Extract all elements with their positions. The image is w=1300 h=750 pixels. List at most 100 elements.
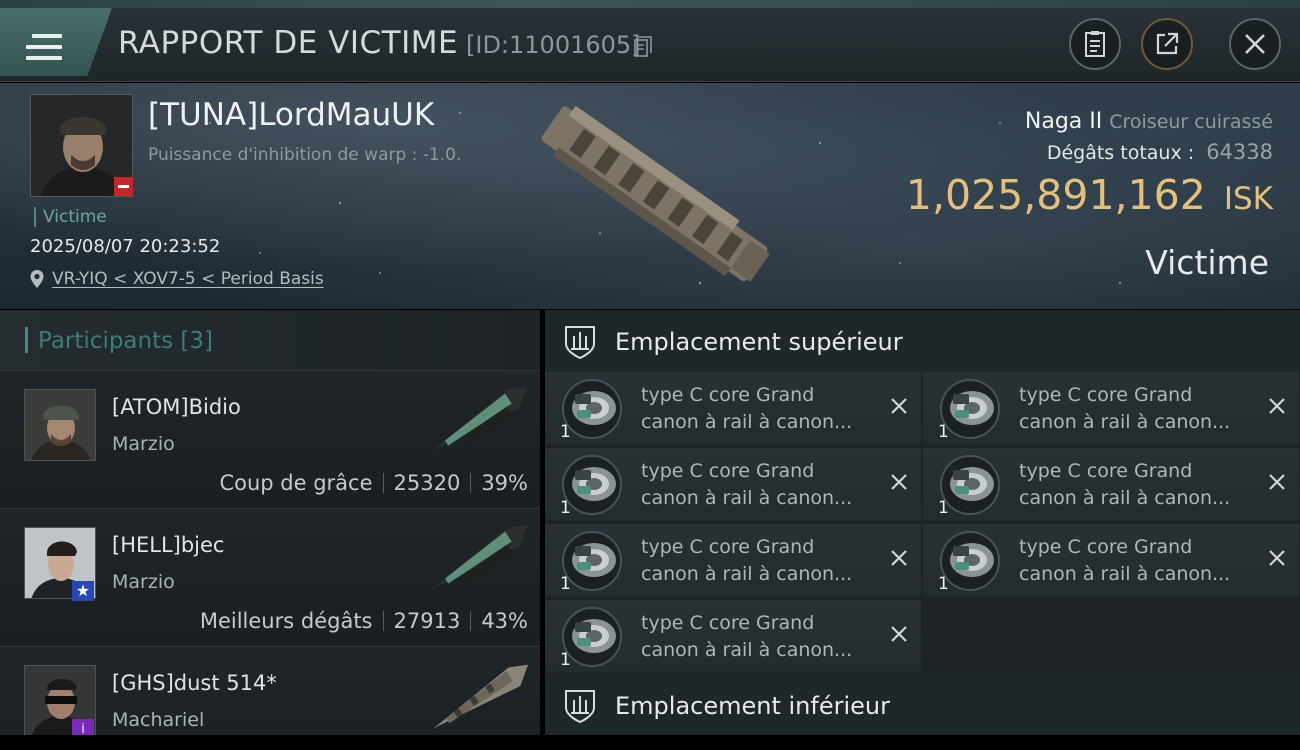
stat-damage: 25320 bbox=[393, 471, 461, 495]
destroyed-x-icon bbox=[891, 626, 907, 642]
module-name-line2: canon à rail à canon... bbox=[641, 563, 853, 585]
module-name-line1: type C core Grand bbox=[641, 536, 815, 558]
participants-label: Participants bbox=[38, 328, 174, 354]
isk-currency: ISK bbox=[1223, 181, 1273, 217]
module-name-line1: type C core Grand bbox=[1019, 460, 1193, 482]
share-button[interactable] bbox=[1141, 18, 1193, 70]
participant-ship: Marzio bbox=[112, 433, 175, 455]
participants-panel: Participants [3] [ATOM]Bidio Marzio Coup bbox=[0, 310, 540, 750]
ship-name: Naga II bbox=[1024, 109, 1103, 134]
participant-stats: Coup de grâce 25320 39% bbox=[219, 471, 528, 495]
fitting-slot[interactable]: 1 type C core Grand canon à rail à canon..… bbox=[545, 524, 921, 598]
clipboard-icon bbox=[1085, 31, 1105, 57]
participant-ship: Marzio bbox=[112, 571, 175, 593]
fitting-panel: Emplacement supérieur 1 type C core Grand… bbox=[545, 310, 1300, 736]
fitting-slot[interactable]: 1 type C core Grand canon à rail à canon..… bbox=[923, 448, 1299, 522]
fitting-slot[interactable]: 1 type C core Grand canon à rail à canon..… bbox=[923, 372, 1299, 446]
menu-button[interactable] bbox=[0, 8, 112, 76]
isk-value: 1,025,891,162 ISK bbox=[906, 171, 1273, 219]
star-badge-icon: ★ bbox=[72, 581, 94, 601]
participant-ship: Machariel bbox=[112, 709, 205, 731]
page-title: RAPPORT DE VICTIME bbox=[118, 25, 459, 61]
stat-label: Meilleurs dégâts bbox=[199, 609, 373, 633]
destroyed-x-icon bbox=[1269, 398, 1285, 414]
participant-name: [HELL]bjec bbox=[112, 533, 225, 557]
fitting-slot[interactable]: 1 type C core Grand canon à rail à canon..… bbox=[545, 448, 921, 522]
ship-class: Croiseur cuirassé bbox=[1109, 111, 1273, 133]
location-pin-icon bbox=[30, 270, 44, 288]
destroyed-x-icon bbox=[891, 398, 907, 414]
participants-title: Participants [3] bbox=[38, 328, 213, 354]
location-link[interactable]: VR-YIQ < XOV7-5 < Period Basis bbox=[52, 269, 324, 289]
total-damage-value: 64338 bbox=[1206, 140, 1273, 164]
fitting-slot[interactable]: 1 type C core Grand canon à rail à canon..… bbox=[545, 600, 921, 674]
participants-header: Participants [3] bbox=[0, 310, 540, 370]
module-name-line2: canon à rail à canon... bbox=[641, 639, 853, 661]
participant-card[interactable]: ★ [HELL]bjec Marzio Meilleurs dégâts 2791… bbox=[0, 508, 540, 644]
fitting-slot[interactable]: 1 type C core Grand canon à rail à canon..… bbox=[545, 372, 921, 446]
participant-name: [GHS]dust 514* bbox=[112, 671, 277, 695]
destroyed-x-icon bbox=[1269, 550, 1285, 566]
low-slot-title: Emplacement inférieur bbox=[615, 692, 890, 720]
participant-card[interactable]: [ATOM]Bidio Marzio Coup de grâce 25320 39% bbox=[0, 370, 540, 506]
participant-stats: Meilleurs dégâts 27913 43% bbox=[200, 609, 528, 633]
slot-quantity: 1 bbox=[560, 422, 571, 442]
slot-quantity: 1 bbox=[560, 574, 571, 594]
role-label: Victime bbox=[1145, 243, 1269, 282]
copy-icon[interactable] bbox=[634, 36, 652, 58]
module-name-line2: canon à rail à canon... bbox=[1019, 563, 1231, 585]
victim-ship[interactable]: Naga II Croiseur cuirassé bbox=[1025, 109, 1273, 134]
report-id: [ID:11001605] bbox=[466, 31, 641, 59]
share-icon bbox=[1156, 32, 1179, 55]
close-button[interactable] bbox=[1229, 18, 1281, 70]
low-slot-icon bbox=[565, 690, 595, 724]
participant-name: [ATOM]Bidio bbox=[112, 395, 241, 419]
participants-count: [3] bbox=[180, 328, 214, 354]
kill-datetime: 2025/08/07 20:23:52 bbox=[30, 236, 221, 257]
low-slot-header: Emplacement inférieur bbox=[545, 674, 1300, 736]
top-bar: RAPPORT DE VICTIME [ID:11001605] bbox=[0, 0, 1300, 82]
bottom-edge bbox=[0, 735, 1300, 750]
module-name-line2: canon à rail à canon... bbox=[641, 411, 853, 433]
participant-ship-image bbox=[433, 664, 529, 729]
victim-name[interactable]: [TUNA]LordMauUK bbox=[148, 97, 434, 133]
high-slot-title: Emplacement supérieur bbox=[615, 328, 903, 356]
victim-tag: Victime bbox=[34, 207, 107, 227]
isk-amount: 1,025,891,162 bbox=[905, 171, 1206, 219]
module-name-line1: type C core Grand bbox=[1019, 536, 1193, 558]
menu-icon bbox=[26, 34, 62, 62]
stat-damage: 27913 bbox=[393, 609, 461, 633]
destroyed-x-icon bbox=[1269, 474, 1285, 490]
accent-bar bbox=[25, 327, 28, 353]
clipboard-button[interactable] bbox=[1069, 18, 1121, 70]
module-name-line2: canon à rail à canon... bbox=[1019, 411, 1231, 433]
module-name-line1: type C core Grand bbox=[641, 460, 815, 482]
warp-strength: Puissance d'inhibition de warp : -1.0. bbox=[148, 145, 462, 165]
victim-banner: [TUNA]LordMauUK Puissance d'inhibition d… bbox=[0, 83, 1300, 309]
stat-label: Coup de grâce bbox=[219, 471, 373, 495]
fitting-slot[interactable]: 1 type C core Grand canon à rail à canon..… bbox=[923, 524, 1299, 598]
high-slot-header: Emplacement supérieur bbox=[545, 310, 1300, 372]
slot-quantity: 1 bbox=[938, 422, 949, 442]
slot-quantity: 1 bbox=[560, 498, 571, 518]
module-name-line1: type C core Grand bbox=[641, 612, 815, 634]
participant-ship-image bbox=[432, 524, 528, 589]
close-icon bbox=[1245, 34, 1265, 54]
slot-quantity: 1 bbox=[560, 650, 571, 670]
destroyed-x-icon bbox=[891, 550, 907, 566]
participant-ship-image bbox=[432, 386, 528, 451]
total-damage-label: Dégâts totaux : bbox=[1046, 142, 1195, 164]
module-name-line1: type C core Grand bbox=[1019, 384, 1193, 406]
victim-ship-image bbox=[541, 105, 770, 282]
module-name-line2: canon à rail à canon... bbox=[1019, 487, 1231, 509]
stat-percent: 39% bbox=[481, 471, 528, 495]
module-name-line1: type C core Grand bbox=[641, 384, 815, 406]
participant-avatar bbox=[24, 389, 96, 461]
corp-badge bbox=[114, 177, 133, 196]
total-damage: Dégâts totaux : 64338 bbox=[1047, 140, 1273, 164]
destroyed-x-icon bbox=[891, 474, 907, 490]
module-name-line2: canon à rail à canon... bbox=[641, 487, 853, 509]
high-slot-icon bbox=[565, 326, 595, 360]
slot-quantity: 1 bbox=[938, 574, 949, 594]
slot-quantity: 1 bbox=[938, 498, 949, 518]
